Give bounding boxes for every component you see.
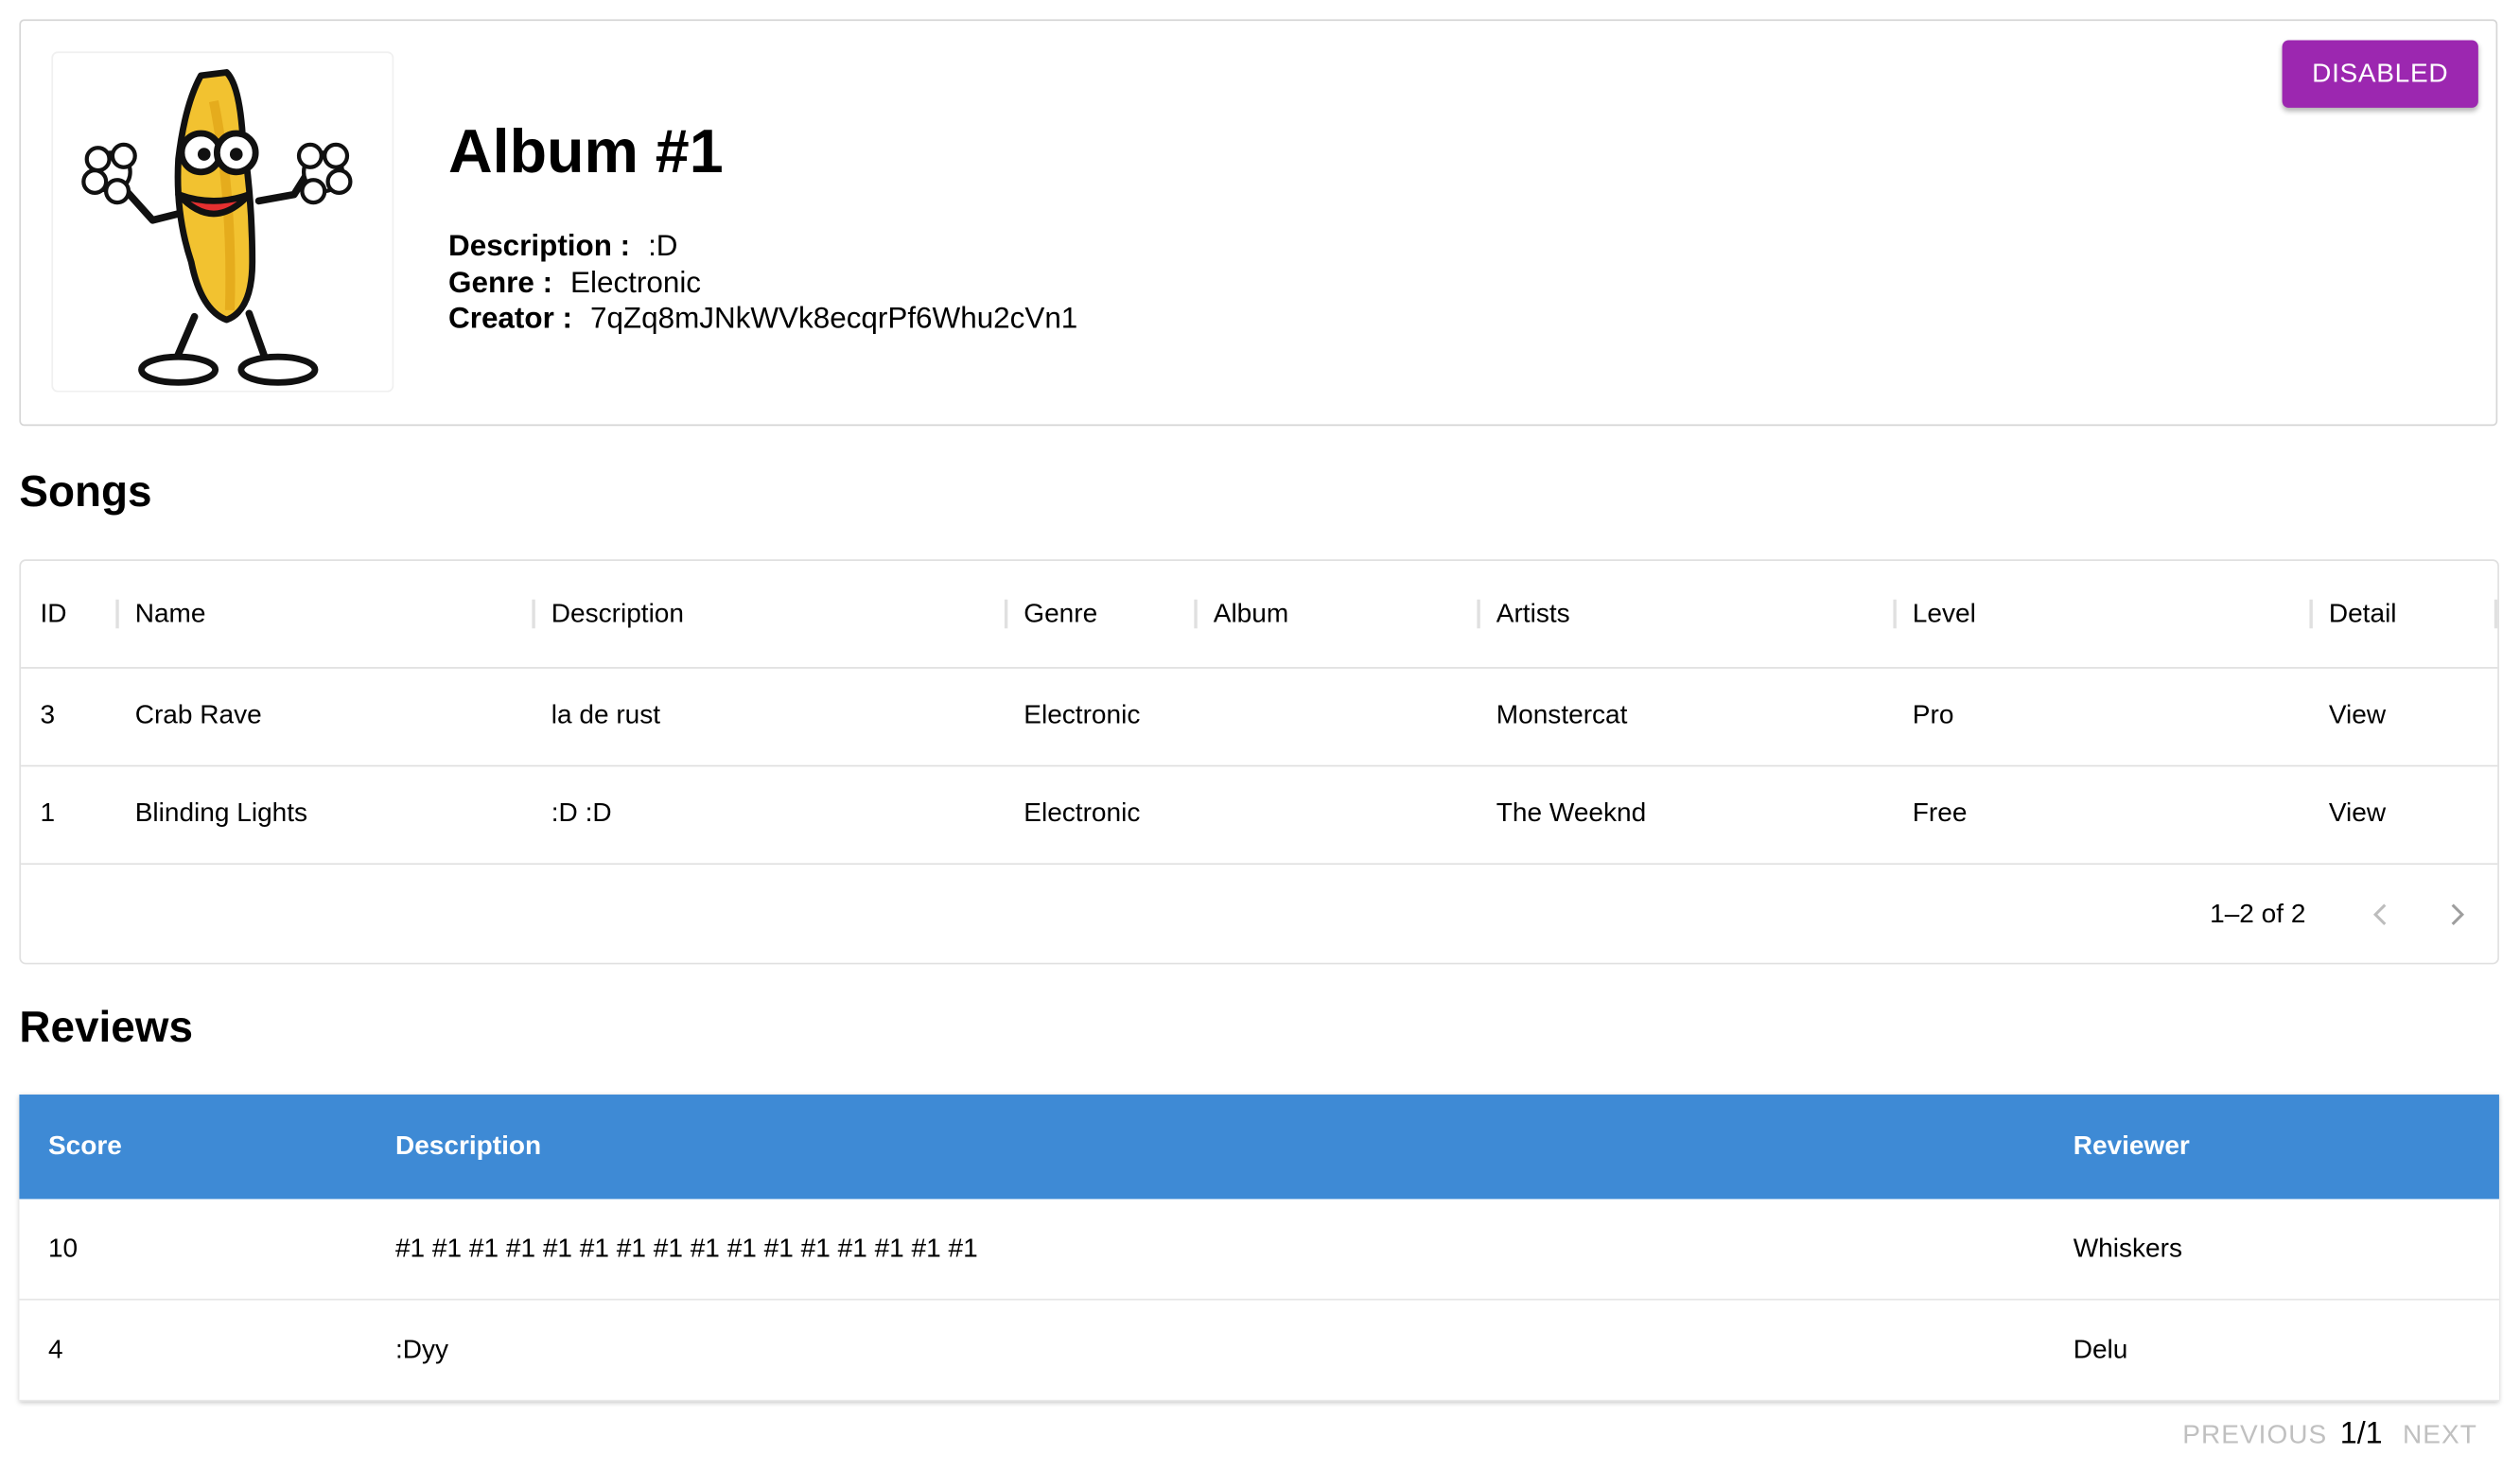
cell-name: Blinding Lights: [134, 798, 308, 828]
reviews-header-row: Score Description Reviewer: [19, 1095, 2499, 1200]
chevron-left-icon: [2372, 903, 2387, 926]
table-row[interactable]: 3 Crab Rave la de rust Electronic Monste…: [21, 667, 2498, 767]
album-title: Album #1: [448, 118, 724, 187]
column-separator[interactable]: [1194, 599, 1198, 629]
cell-level: Free: [1912, 798, 1968, 828]
meta-value: 7qZq8mJNkWVk8ecqrPf6Whu2cVn1: [589, 300, 1078, 335]
meta-key: Creator :: [448, 300, 573, 335]
cell-id: 3: [40, 700, 56, 730]
meta-value: Electronic: [570, 264, 702, 299]
cell-genre: Electronic: [1024, 700, 1141, 730]
meta-key: Genre :: [448, 264, 553, 299]
cell-reviewer: Whiskers: [2073, 1233, 2182, 1263]
column-separator[interactable]: [1004, 599, 1008, 629]
column-header-artists[interactable]: Artists: [1496, 561, 1894, 667]
dancing-banana-icon: [81, 69, 353, 386]
column-header-genre[interactable]: Genre: [1024, 561, 1194, 667]
cell-description: :Dyy: [394, 1335, 449, 1364]
column-header-reviewer: Reviewer: [2073, 1131, 2190, 1161]
meta-key: Description :: [448, 228, 631, 262]
page-indicator: 1/1: [2339, 1417, 2383, 1452]
column-separator[interactable]: [115, 599, 119, 629]
column-header-id[interactable]: ID: [40, 561, 114, 667]
chevron-right-icon: [2451, 903, 2465, 926]
column-header-detail[interactable]: Detail: [2329, 561, 2490, 667]
reviews-section-title: Reviews: [19, 1003, 194, 1052]
cell-artists: Monstercat: [1496, 700, 1628, 730]
cell-description: #1 #1 #1 #1 #1 #1 #1 #1 #1 #1 #1 #1 #1 #…: [394, 1233, 978, 1263]
previous-button[interactable]: PREVIOUS: [2182, 1412, 2327, 1458]
cell-description: la de rust: [551, 700, 661, 730]
pagination-range: 1–2 of 2: [2210, 900, 2306, 930]
meta-creator: Creator : 7qZq8mJNkWVk8ecqrPf6Whu2cVn1: [448, 301, 1077, 337]
cell-description: :D :D: [551, 798, 612, 828]
reviews-table: Score Description Reviewer 10 #1 #1 #1 #…: [19, 1095, 2499, 1402]
column-separator[interactable]: [2309, 599, 2313, 629]
cell-level: Pro: [1912, 700, 1954, 730]
songs-header-row: ID Name Description Genre Album Artists …: [21, 561, 2498, 669]
album-card: Album #1 Description : :D Genre : Electr…: [19, 19, 2498, 427]
meta-description: Description : :D: [448, 228, 1077, 264]
next-page-button[interactable]: [2432, 890, 2480, 938]
view-link[interactable]: View: [2329, 765, 2386, 864]
meta-genre: Genre : Electronic: [448, 264, 1077, 300]
view-link[interactable]: View: [2329, 667, 2386, 765]
songs-section-title: Songs: [19, 467, 152, 517]
cell-score: 10: [47, 1233, 79, 1263]
table-row: 10 #1 #1 #1 #1 #1 #1 #1 #1 #1 #1 #1 #1 #…: [19, 1199, 2499, 1301]
table-row: 4 :Dyy Delu: [19, 1300, 2499, 1402]
column-header-album[interactable]: Album: [1214, 561, 1478, 667]
column-separator[interactable]: [1477, 599, 1480, 629]
column-separator[interactable]: [532, 599, 535, 629]
column-separator[interactable]: [2494, 599, 2498, 629]
table-row[interactable]: 1 Blinding Lights :D :D Electronic The W…: [21, 765, 2498, 866]
column-header-description: Description: [394, 1131, 542, 1161]
previous-page-button[interactable]: [2357, 890, 2406, 938]
album-cover: [51, 51, 394, 393]
column-header-level[interactable]: Level: [1913, 561, 2310, 667]
songs-pagination: 1–2 of 2: [21, 865, 2497, 964]
cell-genre: Electronic: [1024, 798, 1141, 828]
cell-reviewer: Delu: [2073, 1335, 2128, 1364]
column-header-description[interactable]: Description: [551, 561, 1005, 667]
cell-name: Crab Rave: [134, 700, 262, 730]
page: Album #1 Description : :D Genre : Electr…: [0, 0, 2520, 1469]
next-button[interactable]: NEXT: [2403, 1412, 2477, 1458]
column-header-score: Score: [47, 1131, 122, 1161]
cell-artists: The Weeknd: [1496, 798, 1647, 828]
cell-id: 1: [40, 798, 56, 828]
songs-grid: ID Name Description Genre Album Artists …: [19, 559, 2499, 965]
meta-value: :D: [648, 228, 678, 262]
column-separator[interactable]: [1893, 599, 1897, 629]
column-header-name[interactable]: Name: [135, 561, 533, 667]
album-meta: Description : :D Genre : Electronic Crea…: [448, 228, 1077, 337]
cell-score: 4: [47, 1335, 63, 1364]
disabled-button[interactable]: DISABLED: [2282, 40, 2478, 108]
